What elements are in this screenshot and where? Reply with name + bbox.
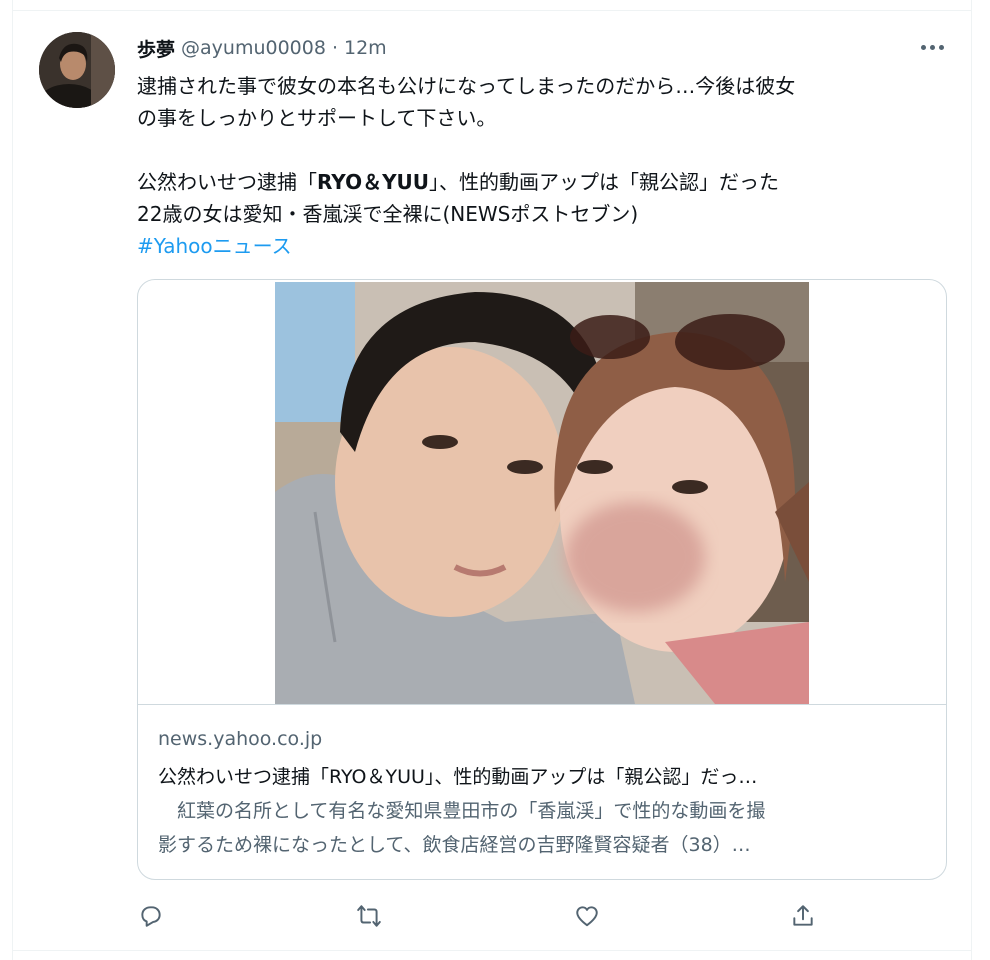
card-title: 公然わいせつ逮捕「RYO＆YUU」、性的動画アップは「親公認」だっ… (158, 766, 758, 788)
reply-button[interactable] (131, 896, 171, 936)
author-handle[interactable]: @ayumu00008 (181, 37, 326, 59)
like-button[interactable] (567, 896, 607, 936)
card-divider (138, 704, 946, 705)
link-preview-card[interactable]: news.yahoo.co.jp 公然わいせつ逮捕「RYO＆YUU」、性的動画ア… (137, 279, 947, 880)
header-separator: · (331, 37, 338, 59)
headline-part: 」、性的動画アップは「親公認」だった (429, 170, 780, 194)
tweet-headline-line: 公然わいせつ逮捕「RYO＆YUU」、性的動画アップは「親公認」だった (137, 166, 927, 198)
retweet-icon (357, 905, 381, 927)
tweet-timestamp[interactable]: 12m (344, 37, 387, 59)
card-domain: news.yahoo.co.jp (158, 728, 323, 750)
tweet-text: 逮捕された事で彼女の本名も公けになってしまったのだから…今後は彼女 の事をしっか… (137, 70, 927, 262)
reply-icon (141, 906, 161, 927)
share-button[interactable] (783, 896, 823, 936)
tweet-header: 歩夢 @ayumu00008 · 12m (137, 34, 387, 62)
heart-icon (576, 906, 598, 927)
tweet-container: 歩夢 @ayumu00008 · 12m 逮捕された事で彼女の本名も公けになって… (12, 0, 972, 960)
author-name[interactable]: 歩夢 (137, 35, 175, 62)
tweet-actions (13, 896, 973, 936)
card-description: 紅葉の名所として有名な愛知県豊田市の「香嵐渓」で性的な動画を撮 影するため裸にな… (158, 794, 928, 862)
avatar[interactable] (39, 32, 115, 108)
tweet-text-line: 逮捕された事で彼女の本名も公けになってしまったのだから…今後は彼女 (137, 74, 796, 98)
more-options-icon[interactable] (915, 36, 949, 58)
share-icon (793, 905, 813, 926)
card-photo (275, 282, 809, 704)
retweet-button[interactable] (349, 896, 389, 936)
card-description-line: 影するため裸になったとして、飲食店経営の吉野隆賢容疑者（38）… (158, 834, 751, 856)
headline-bold: RYO＆YUU (317, 170, 430, 194)
tweet-text-line: の事をしっかりとサポートして下さい。 (137, 106, 497, 130)
headline-part: 公然わいせつ逮捕「 (137, 170, 317, 194)
card-description-line: 紅葉の名所として有名な愛知県豊田市の「香嵐渓」で性的な動画を撮 (158, 800, 766, 822)
hashtag-link[interactable]: #Yahooニュース (137, 230, 927, 262)
bottom-divider (13, 950, 971, 951)
tweet-headline-line: 22歳の女は愛知・香嵐渓で全裸に(NEWSポストセブン) (137, 202, 639, 226)
